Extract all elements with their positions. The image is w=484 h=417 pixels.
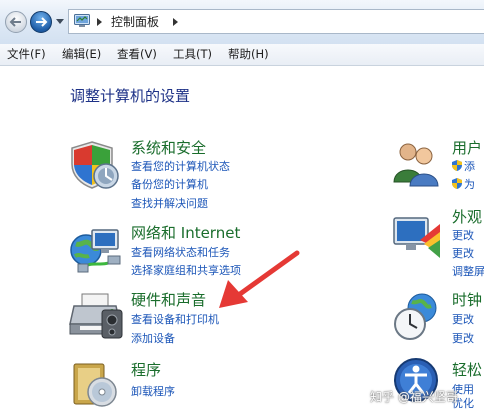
link-devices-printers[interactable]: 查看设备和打印机: [131, 313, 219, 327]
watermark: 知乎 @福兴坚哥: [370, 390, 458, 404]
forward-arrow-icon: [36, 17, 48, 27]
uac-shield-icon: [452, 178, 462, 189]
link-appearance-1[interactable]: 更改: [452, 229, 474, 243]
category-network-internet-title[interactable]: 网络和 Internet: [131, 224, 240, 242]
category-ease-of-access-title[interactable]: 轻松: [452, 361, 482, 379]
annotation-arrow-head: [219, 280, 248, 308]
back-button[interactable]: [5, 11, 27, 33]
link-add-device[interactable]: 添加设备: [131, 332, 175, 346]
recent-pages-dropdown-icon[interactable]: [56, 19, 64, 25]
forward-button[interactable]: [30, 11, 52, 33]
link-user-add-label: 添: [464, 160, 475, 173]
category-clock-region-title[interactable]: 时钟: [452, 291, 482, 309]
link-backup-computer[interactable]: 备份您的计算机: [131, 178, 208, 192]
network-internet-icon[interactable]: [68, 224, 124, 278]
breadcrumb-separator-icon[interactable]: [97, 18, 102, 26]
category-appearance-title[interactable]: 外观: [452, 208, 482, 226]
menu-edit[interactable]: 编辑(E): [62, 47, 101, 62]
category-system-security-title[interactable]: 系统和安全: [131, 139, 206, 157]
link-network-status[interactable]: 查看网络状态和任务: [131, 246, 230, 260]
menu-file[interactable]: 文件(F): [7, 47, 46, 62]
appearance-icon[interactable]: [392, 210, 442, 260]
system-security-icon[interactable]: [68, 138, 122, 192]
programs-icon[interactable]: [70, 358, 120, 410]
uac-shield-icon: [452, 160, 462, 171]
category-user-accounts-title[interactable]: 用户: [452, 139, 482, 157]
category-programs-title[interactable]: 程序: [131, 361, 161, 379]
link-user-family[interactable]: 为: [452, 178, 475, 192]
menu-bar: 文件(F) 编辑(E) 查看(V) 工具(T) 帮助(H): [0, 44, 484, 66]
link-view-computer-status[interactable]: 查看您的计算机状态: [131, 160, 230, 174]
user-accounts-icon[interactable]: [392, 136, 442, 188]
menu-view[interactable]: 查看(V): [117, 47, 157, 62]
link-appearance-3[interactable]: 调整屏: [452, 265, 484, 279]
clock-region-icon[interactable]: [392, 290, 442, 342]
page-title: 调整计算机的设置: [70, 87, 191, 105]
breadcrumb-separator-icon[interactable]: [173, 18, 178, 26]
control-panel-icon: [74, 14, 90, 27]
annotation-arrow-shaft: [237, 250, 300, 297]
menu-help[interactable]: 帮助(H): [228, 47, 269, 62]
link-homegroup-sharing[interactable]: 选择家庭组和共享选项: [131, 264, 241, 278]
hardware-sound-icon[interactable]: [68, 290, 124, 342]
link-uninstall-program[interactable]: 卸载程序: [131, 385, 175, 399]
address-toolbar: 控制面板: [0, 0, 484, 44]
back-arrow-icon: [9, 17, 21, 27]
link-appearance-2[interactable]: 更改: [452, 247, 474, 261]
link-troubleshoot[interactable]: 查找并解决问题: [131, 197, 208, 211]
link-user-add[interactable]: 添: [452, 160, 475, 174]
category-hardware-sound-title[interactable]: 硬件和声音: [131, 291, 206, 309]
link-clock-2[interactable]: 更改: [452, 332, 474, 346]
link-user-family-label: 为: [464, 178, 475, 191]
address-box[interactable]: 控制面板: [68, 9, 484, 34]
breadcrumb-control-panel[interactable]: 控制面板: [111, 14, 159, 30]
menu-tools[interactable]: 工具(T): [173, 47, 212, 62]
link-clock-1[interactable]: 更改: [452, 313, 474, 327]
